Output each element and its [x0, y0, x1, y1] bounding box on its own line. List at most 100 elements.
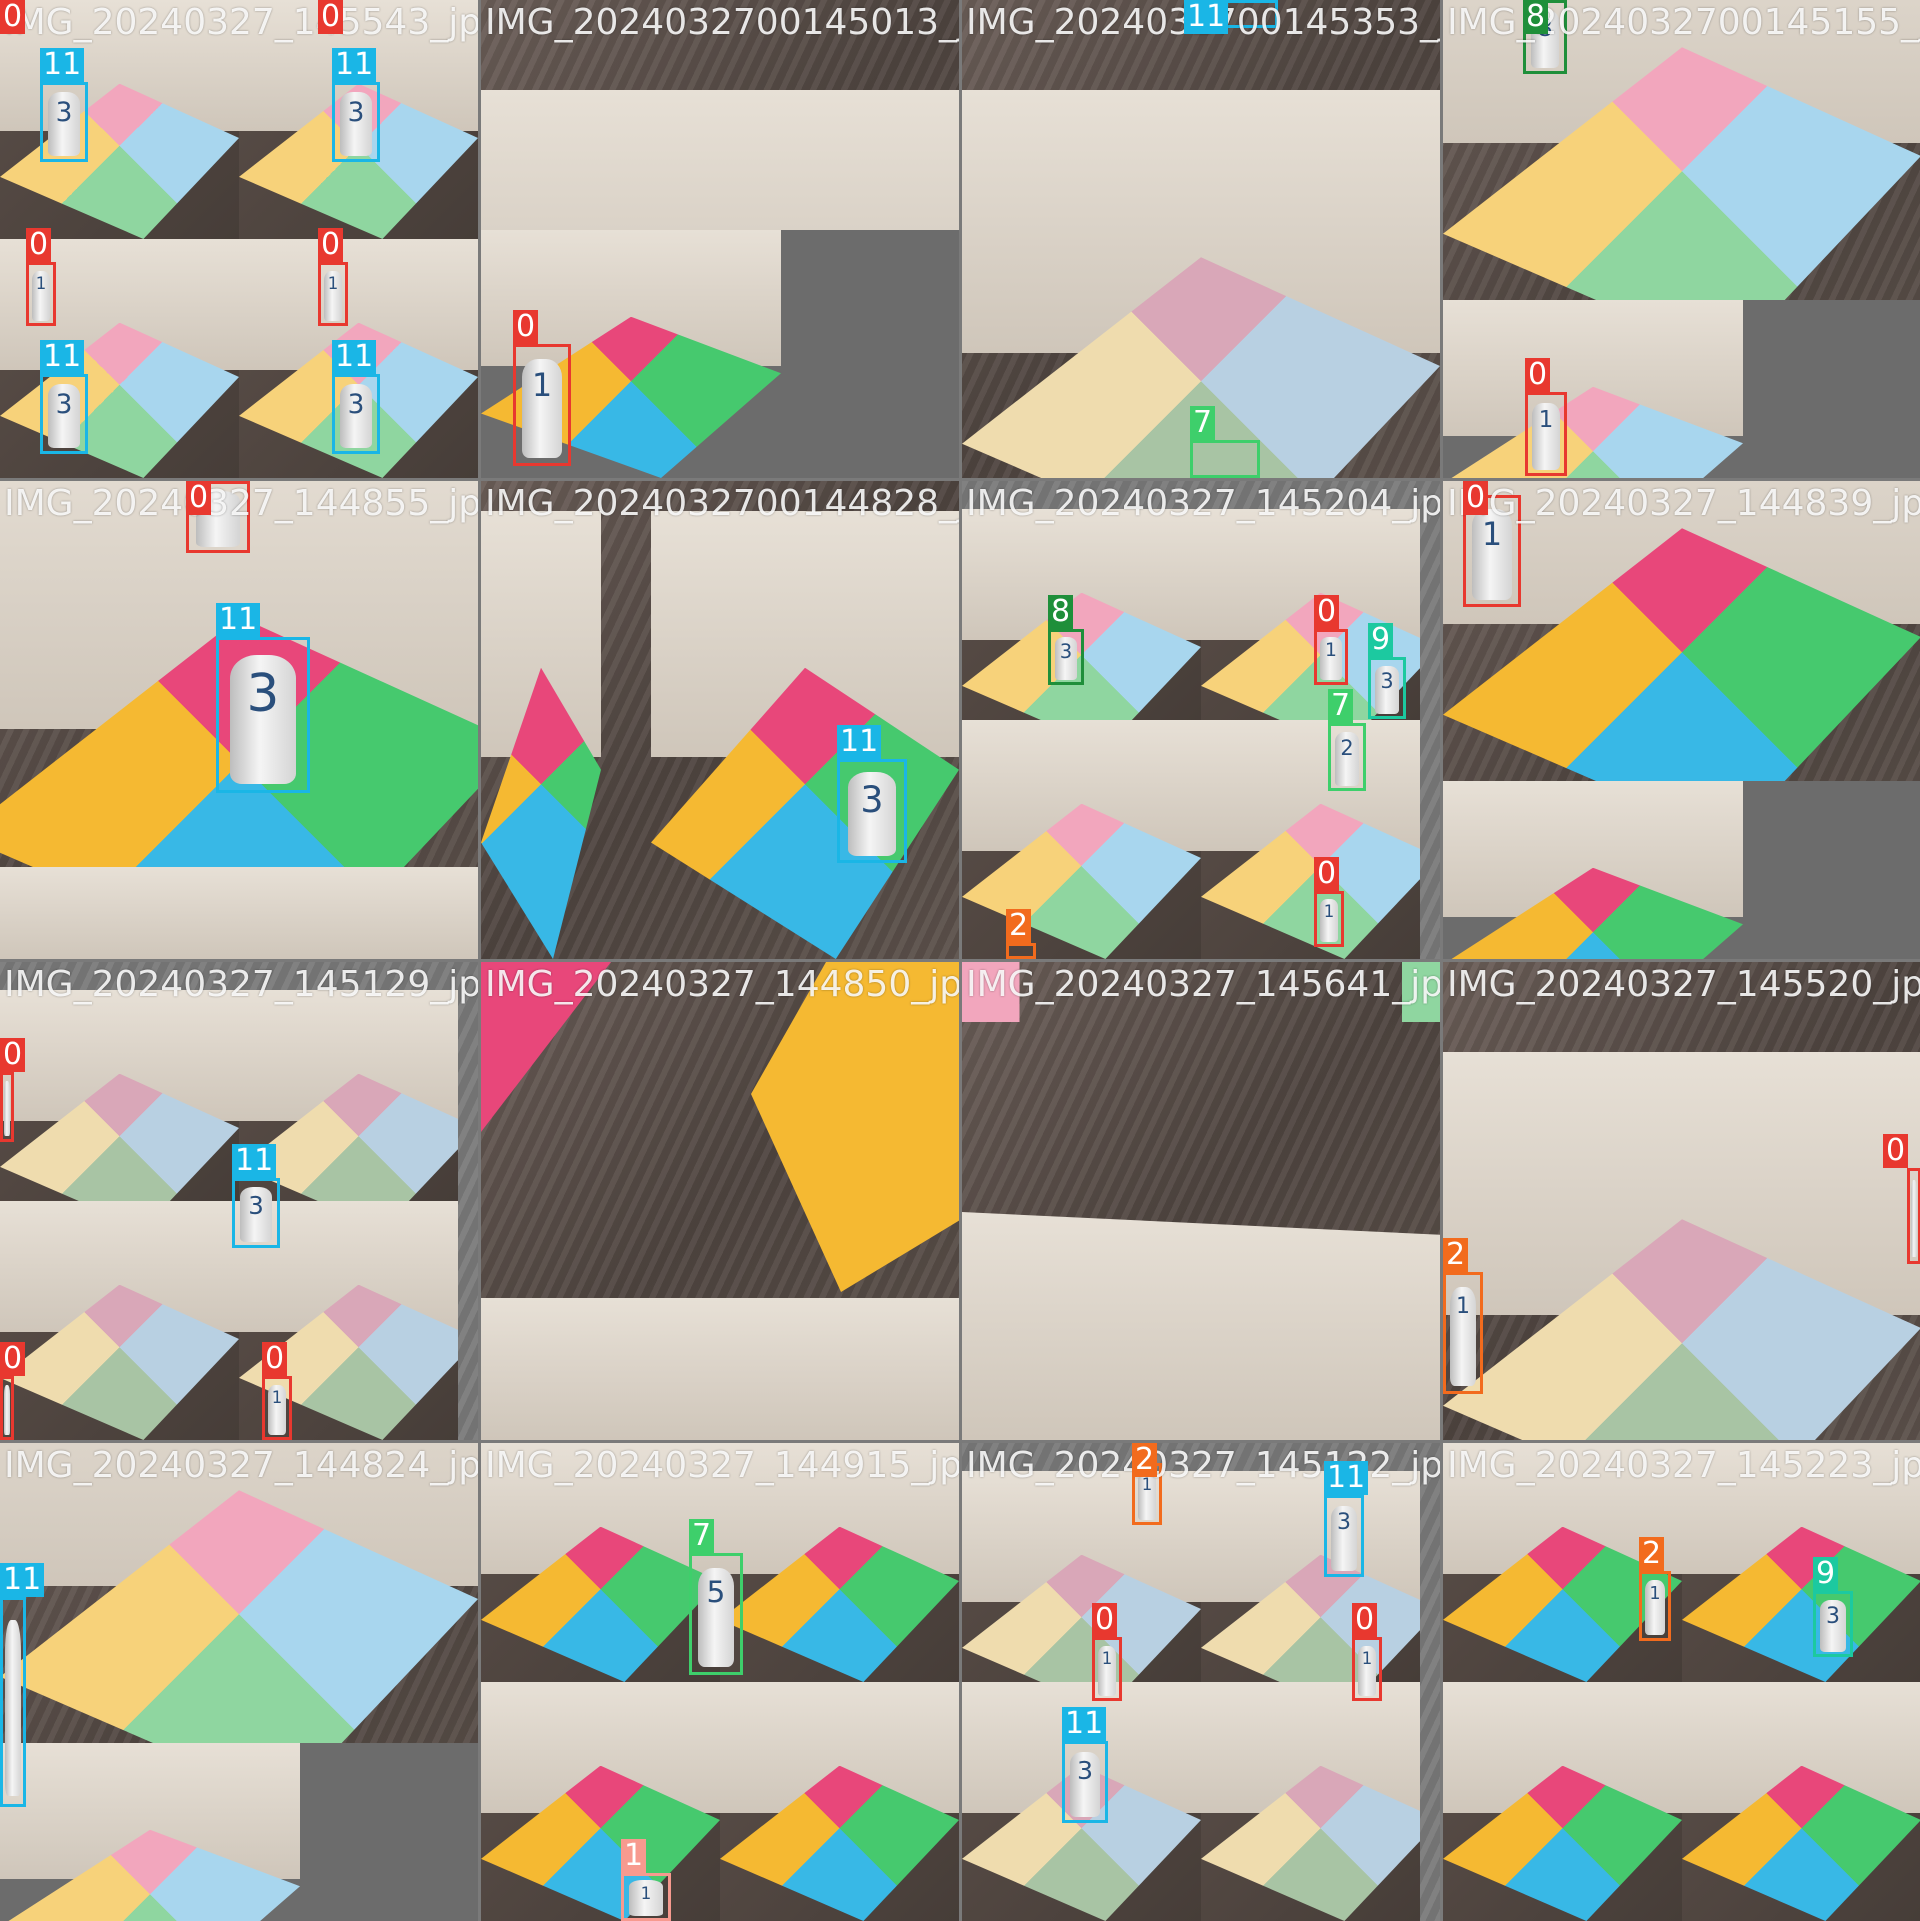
class-id-tag: 8: [1523, 0, 1549, 34]
image-filename-label: IMG_20240327_145223_jpg: [1447, 1445, 1920, 1486]
cylinder-digit: 3: [1826, 1603, 1840, 1629]
mosaic-tile: IMG_20240327_144855_jpg 0 3 11: [0, 481, 478, 959]
image-filename-label: IMG_20240327_144855_jpg: [4, 483, 478, 524]
mosaic-tile: IMG_20240327_144824_jpg 11: [0, 1443, 478, 1921]
class-id-tag: 11: [1184, 0, 1229, 34]
detection-bounding-box: 3: [40, 82, 88, 162]
cylinder-digit: 2: [1340, 735, 1354, 760]
image-filename-label: IMG_20240327_144850_jpg: [485, 964, 959, 1005]
detection-bounding-box: 1: [262, 1376, 292, 1440]
cylinder-digit: 3: [1076, 1756, 1094, 1786]
class-id-tag: 2: [1006, 909, 1032, 943]
detection-bounding-box: 1: [1352, 1637, 1382, 1701]
image-filename-label: IMG_20240327_145520_jpg: [1447, 964, 1920, 1005]
mosaic-tile: IMG_20240327_145543_jpg 0 0 3 11 3 11 1 0 1 0 3 11 3 1…: [0, 0, 478, 478]
cylinder-digit: 1: [531, 365, 553, 404]
class-id-tag: 0: [1314, 595, 1340, 629]
cylinder-digit: 1: [35, 274, 47, 294]
detection-bounding-box: 1: [1525, 392, 1567, 476]
detection-bounding-box: [0, 1072, 14, 1142]
cylinder-object: [5, 1620, 21, 1796]
class-id-tag: 0: [1352, 1603, 1378, 1637]
class-id-tag: 2: [1132, 1443, 1158, 1477]
cylinder-digit: 5: [706, 1574, 726, 1610]
cylinder-digit: 1: [1323, 902, 1335, 921]
training-batch-mosaic: IMG_20240327_145543_jpg 0 0 3 11 3 11 1 0 1 0 3 11 3 1…: [0, 0, 1920, 1921]
mosaic-tile: IMG_2024032700145013_jpg 1 0: [481, 0, 959, 478]
class-id-tag: 11: [216, 603, 261, 637]
mosaic-tile: IMG_20240327_144850_jpg: [481, 962, 959, 1440]
detection-bounding-box: 3: [332, 374, 380, 454]
detection-bounding-box: 1: [1092, 1637, 1122, 1701]
mosaic-tile: IMG_2024032700144828_jpg 3 11: [481, 481, 959, 959]
class-id-tag: 2: [1443, 1238, 1469, 1272]
detection-bounding-box: 1: [318, 262, 348, 326]
cylinder-digit: 1: [1361, 1649, 1373, 1669]
detection-bounding-box: 1: [26, 262, 56, 326]
detection-bounding-box: 3: [332, 82, 380, 162]
class-id-tag: 11: [1062, 1707, 1107, 1741]
mosaic-tile: IMG_2024032700145155_jpg8810: [1443, 0, 1920, 478]
class-id-tag: 0: [262, 1342, 288, 1376]
detection-bounding-box: 3: [232, 1178, 280, 1248]
class-id-tag: 0: [513, 310, 539, 344]
image-filename-label: IMG_20240327_145129_jpg: [4, 964, 478, 1005]
detection-bounding-box: 1: [1314, 891, 1344, 947]
class-id-tag: 0: [0, 0, 26, 34]
cylinder-digit: 1: [640, 1882, 652, 1903]
class-id-tag: 0: [1314, 857, 1340, 891]
class-id-tag: 0: [1883, 1134, 1909, 1168]
class-id-tag: 0: [1525, 358, 1551, 392]
cylinder-digit: 3: [1337, 1510, 1351, 1536]
detection-bounding-box: [0, 1376, 14, 1440]
class-id-tag: 9: [1368, 623, 1394, 657]
detection-bounding-box: 5: [689, 1553, 743, 1675]
image-filename-label: IMG_20240327_145641_jpg: [966, 964, 1440, 1005]
class-id-tag: 0: [318, 228, 344, 262]
detection-bounding-box: 3: [1368, 657, 1406, 719]
class-id-tag: 0: [0, 1038, 26, 1072]
mosaic-tile: IMG_20240327_144915_jpg 5 7 1 1: [481, 1443, 959, 1921]
cylinder-object: [1910, 1180, 1918, 1258]
mosaic-tile: IMG_2024032700145353_jpg117: [962, 0, 1440, 478]
detection-bounding-box: 1: [1443, 1272, 1483, 1394]
cylinder-digit: 3: [55, 388, 73, 420]
cylinder-digit: 3: [860, 777, 884, 821]
class-id-tag: 0: [1092, 1603, 1118, 1637]
cylinder-digit: 1: [327, 274, 339, 294]
detection-bounding-box: 2: [1328, 723, 1366, 791]
image-filename-label: IMG_20240327_145204_jpg: [966, 483, 1440, 524]
image-filename-label: IMG_2024032700145013_jpg: [485, 2, 959, 43]
class-id-tag: 11: [1324, 1461, 1369, 1495]
detection-bounding-box: [1006, 943, 1036, 959]
mosaic-tile: IMG_20240327_145223_jpg 1 2 3 9: [1443, 1443, 1920, 1921]
cylinder-digit: 3: [1059, 640, 1073, 663]
mosaic-tile: IMG_20240327_145129_jpg 0 3 11 0 1 0: [0, 962, 478, 1440]
cylinder-digit: 3: [347, 388, 365, 420]
detection-bounding-box: 3: [1062, 1741, 1108, 1823]
class-id-tag: 7: [1190, 406, 1216, 440]
class-id-tag: 1: [621, 1839, 647, 1873]
cylinder-object: [3, 1384, 11, 1435]
class-id-tag: 11: [837, 725, 882, 759]
class-id-tag: 9: [1813, 1557, 1839, 1591]
detection-bounding-box: 3: [216, 637, 310, 793]
class-id-tag: 0: [0, 1342, 26, 1376]
cylinder-digit: 1: [271, 1388, 283, 1408]
cylinder-digit: 3: [248, 1191, 264, 1221]
image-filename-label: IMG_20240327_145543_jpg: [4, 2, 478, 43]
class-id-tag: 11: [0, 1563, 45, 1597]
class-id-tag: 0: [1463, 481, 1489, 515]
cylinder-object: [3, 1081, 11, 1137]
image-filename-label: IMG_20240327_145122_jpg: [966, 1445, 1440, 1486]
class-id-tag: 7: [689, 1519, 715, 1553]
class-id-tag: 11: [40, 48, 85, 82]
cylinder-digit: 1: [1325, 640, 1337, 661]
mosaic-tile: IMG_20240327_145204_jpg 3 8 1 0 3 9 2 7 2 1 0: [962, 481, 1440, 959]
detection-bounding-box: 3: [1324, 1495, 1364, 1577]
class-id-tag: 11: [232, 1144, 277, 1178]
detection-bounding-box: 1: [1314, 629, 1348, 685]
mosaic-tile: IMG_20240327_144839_jpg 1 0: [1443, 481, 1920, 959]
detection-bounding-box: 3: [837, 759, 907, 863]
detection-bounding-box: 3: [40, 374, 88, 454]
